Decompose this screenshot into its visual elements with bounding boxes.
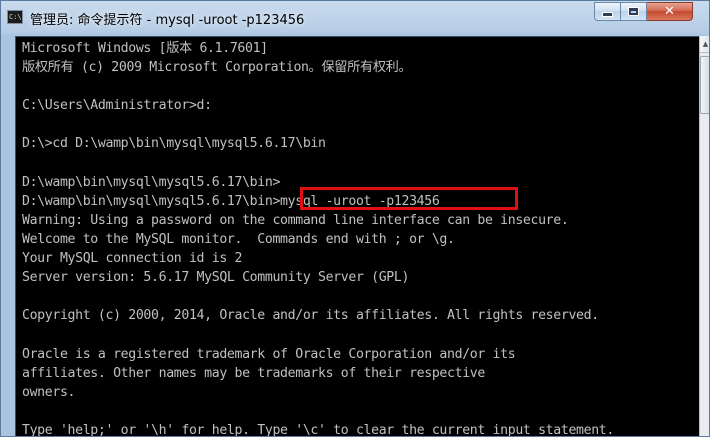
title-bar[interactable]: C:\ 管理员: 命令提示符 - mysql -uroot -p123456 ✕: [1, 1, 709, 35]
console-line: owners.: [22, 384, 76, 400]
maximize-icon: [628, 7, 639, 16]
console-line: Oracle is a registered trademark of Orac…: [22, 346, 516, 362]
close-icon: ✕: [664, 4, 675, 19]
console-line: Welcome to the MySQL monitor. Commands e…: [22, 231, 455, 247]
minimize-icon: [602, 12, 613, 17]
command-highlight-box: [300, 187, 518, 210]
console-line: D:\>cd D:\wamp\bin\mysql\mysql5.6.17\bin: [22, 136, 326, 152]
command-prompt-window: C:\ 管理员: 命令提示符 - mysql -uroot -p123456 ✕…: [0, 0, 710, 437]
console-line: Server version: 5.6.17 MySQL Community S…: [22, 270, 410, 286]
maximize-button[interactable]: [621, 2, 647, 21]
console-line: Microsoft Windows [版本 6.1.7601]: [22, 41, 268, 56]
console-line: Type 'help;' or '\h' for help. Type '\c'…: [22, 422, 614, 437]
console-output[interactable]: Microsoft Windows [版本 6.1.7601] 版权所有 (c) …: [15, 36, 699, 437]
console-text: Microsoft Windows [版本 6.1.7601] 版权所有 (c) …: [22, 39, 614, 437]
window-title: 管理员: 命令提示符 - mysql -uroot -p123456: [30, 13, 305, 28]
console-line: 版权所有 (c) 2009 Microsoft Corporation。保留所有…: [22, 60, 412, 76]
console-line: Your MySQL connection id is 2: [22, 251, 243, 267]
command-prompt-icon[interactable]: C:\: [7, 10, 23, 24]
close-button[interactable]: ✕: [647, 2, 693, 21]
console-line: Copyright (c) 2000, 2014, Oracle and/or …: [22, 308, 599, 324]
scroll-up-arrow-icon[interactable]: ▲: [700, 36, 709, 53]
scrollbar-thumb[interactable]: [700, 56, 709, 114]
minimize-button[interactable]: [594, 2, 621, 21]
console-line: affiliates. Other names may be trademark…: [22, 365, 485, 381]
console-line: Warning: Using a password on the command…: [22, 212, 569, 228]
vertical-scrollbar[interactable]: ▲: [699, 36, 709, 436]
console-line: C:\Users\Administrator>d:: [22, 98, 212, 114]
